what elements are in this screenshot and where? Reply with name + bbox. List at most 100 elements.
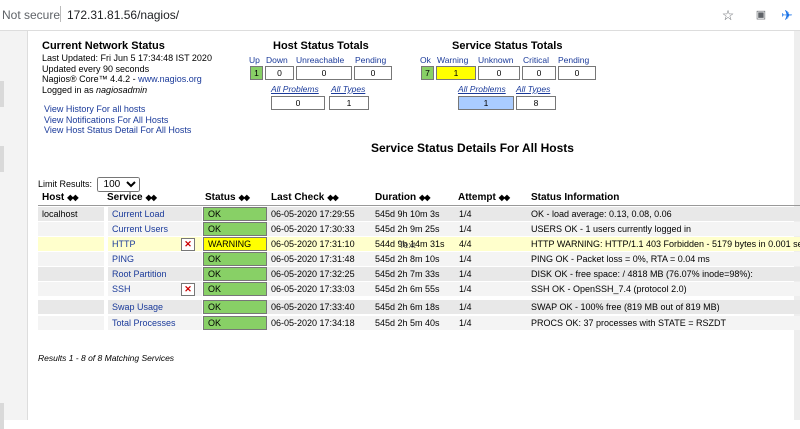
attempt-cell: 4/4 [455, 237, 527, 251]
limit-label: Limit Results: [38, 179, 93, 189]
col-duration[interactable]: Duration ◆◆ [375, 192, 430, 203]
sort-arrows-icon[interactable]: ◆◆ [419, 193, 430, 202]
service-all-types-link[interactable]: All Types [516, 84, 550, 94]
duration-cell: 545d 2h 9m 25s [371, 222, 455, 236]
link-history[interactable]: View History For all hosts [44, 104, 191, 115]
sort-arrows-icon[interactable]: ◆◆ [239, 193, 250, 202]
last-check-cell: 06-05-2020 17:34:18 [267, 316, 371, 330]
sort-arrows-icon[interactable]: ◆◆ [499, 193, 510, 202]
address-bar[interactable]: 172.31.81.56/nagios/ [67, 8, 179, 22]
table-row: SSH ✕ OK 06-05-2020 17:33:03 545d 2h 6m … [38, 282, 800, 297]
service-all-types-count: 8 [516, 96, 556, 110]
version-text: Nagios® Core™ 4.4.2 - [42, 74, 139, 84]
service-header-ok[interactable]: Ok [420, 55, 431, 65]
service-cell[interactable]: Current Users [108, 222, 202, 236]
extension-icon[interactable]: ▣ [752, 6, 770, 24]
details-title: Service Status Details For All Hosts [371, 141, 574, 155]
service-cell[interactable]: PING [108, 252, 202, 266]
col-host[interactable]: Host ◆◆ [42, 192, 79, 203]
duration-cell: 545d 2h 8m 10s [371, 252, 455, 266]
link-host-detail[interactable]: View Host Status Detail For All Hosts [44, 125, 191, 136]
pin-icon[interactable]: ✈ [778, 6, 796, 24]
table-row: Root Partition OK 06-05-2020 17:32:25 54… [38, 267, 800, 282]
service-header-warning[interactable]: Warning [437, 55, 468, 65]
attempt-cell: 1/4 [455, 282, 527, 296]
service-ok-count: 7 [421, 66, 434, 80]
service-cell[interactable]: Root Partition [108, 267, 202, 281]
host-totals-title: Host Status Totals [273, 40, 369, 52]
service-header-pending[interactable]: Pending [558, 55, 589, 65]
service-all-problems-link[interactable]: All Problems [458, 84, 506, 94]
last-check-cell: 06-05-2020 17:31:10 [267, 237, 371, 251]
table-row: PING OK 06-05-2020 17:31:48 545d 2h 8m 1… [38, 252, 800, 267]
col-status-label: Status [205, 192, 236, 203]
host-cell-empty [38, 237, 104, 251]
attempt-cell: 1/4 [455, 316, 527, 330]
status-cell: WARNING [203, 237, 267, 251]
host-cell[interactable]: localhost [38, 207, 104, 221]
sort-arrows-icon[interactable]: ◆◆ [327, 193, 338, 202]
status-cell: OK [203, 207, 267, 221]
last-check-cell: 06-05-2020 17:29:55 [267, 207, 371, 221]
attempt-cell: 1/4 [455, 207, 527, 221]
host-all-problems-count: 0 [271, 96, 325, 110]
security-indicator[interactable]: Not secure [2, 8, 60, 22]
col-service[interactable]: Service ◆◆ [107, 192, 157, 203]
service-cell[interactable]: Total Processes [108, 316, 202, 330]
duration-cell: 545d 2h 7m 33s [371, 267, 455, 281]
host-cell-empty [38, 282, 104, 296]
logged-in-line: Logged in as nagiosadmin [42, 85, 212, 96]
last-check-cell: 06-05-2020 17:30:33 [267, 222, 371, 236]
col-last-check[interactable]: Last Check ◆◆ [271, 192, 339, 203]
col-info-label: Status Information [531, 192, 620, 203]
status-cell: OK [203, 316, 267, 330]
host-header-unreachable[interactable]: Unreachable [296, 55, 344, 65]
update-interval: Updated every 90 seconds [42, 63, 150, 74]
col-attempt[interactable]: Attempt ◆◆ [458, 192, 510, 203]
table-row: Swap Usage OK 06-05-2020 17:33:40 545d 2… [38, 300, 800, 315]
notifications-disabled-icon[interactable]: ✕ [181, 238, 195, 251]
service-header-unknown[interactable]: Unknown [478, 55, 513, 65]
host-cell-empty [38, 267, 104, 281]
host-unreachable-count: 0 [296, 66, 352, 80]
host-cell-empty [38, 252, 104, 266]
star-icon[interactable]: ☆ [719, 6, 737, 24]
header-divider [38, 205, 800, 206]
host-all-types-link[interactable]: All Types [331, 84, 365, 94]
host-header-down[interactable]: Down [266, 55, 288, 65]
version-line: Nagios® Core™ 4.4.2 - www.nagios.org [42, 74, 212, 85]
host-cell-empty [38, 316, 104, 330]
host-header-pending[interactable]: Pending [355, 55, 386, 65]
last-check-cell: 06-05-2020 17:33:03 [267, 282, 371, 296]
service-header-critical[interactable]: Critical [523, 55, 549, 65]
info-cell: HTTP WARNING: HTTP/1.1 403 Forbidden - 5… [527, 237, 800, 251]
view-links: View History For all hosts View Notifica… [44, 104, 191, 136]
sort-arrows-icon[interactable]: ◆◆ [67, 193, 78, 202]
link-notifications[interactable]: View Notifications For All Hosts [44, 115, 191, 126]
host-all-types-count: 1 [329, 96, 369, 110]
service-critical-count: 0 [522, 66, 556, 80]
service-cell[interactable]: Swap Usage [108, 300, 202, 314]
sort-arrows-icon[interactable]: ◆◆ [146, 193, 157, 202]
col-status-information: Status Information [531, 192, 619, 203]
left-frame-mark [0, 403, 4, 429]
duration-cell: 545d 2h 5m 40s [371, 316, 455, 330]
notifications-disabled-icon[interactable]: ✕ [181, 283, 195, 296]
col-status[interactable]: Status ◆◆ [205, 192, 250, 203]
col-last-check-label: Last Check [271, 192, 325, 203]
col-attempt-label: Attempt [458, 192, 496, 203]
host-header-up[interactable]: Up [249, 55, 260, 65]
host-cell-empty [38, 300, 104, 314]
last-check-cell: 06-05-2020 17:32:25 [267, 267, 371, 281]
service-pending-count: 0 [558, 66, 596, 80]
limit-results: Limit Results: 100 [38, 177, 140, 192]
host-up-count: 1 [250, 66, 263, 80]
attempt-cell: 1/4 [455, 222, 527, 236]
limit-select[interactable]: 100 [96, 177, 140, 192]
nagios-link[interactable]: www.nagios.org [138, 74, 202, 84]
col-service-label: Service [107, 192, 143, 203]
duration-cell: 545d 9h 10m 3s [371, 207, 455, 221]
host-all-problems-link[interactable]: All Problems [271, 84, 319, 94]
service-all-problems-count: 1 [458, 96, 514, 110]
service-cell[interactable]: Current Load [108, 207, 202, 221]
